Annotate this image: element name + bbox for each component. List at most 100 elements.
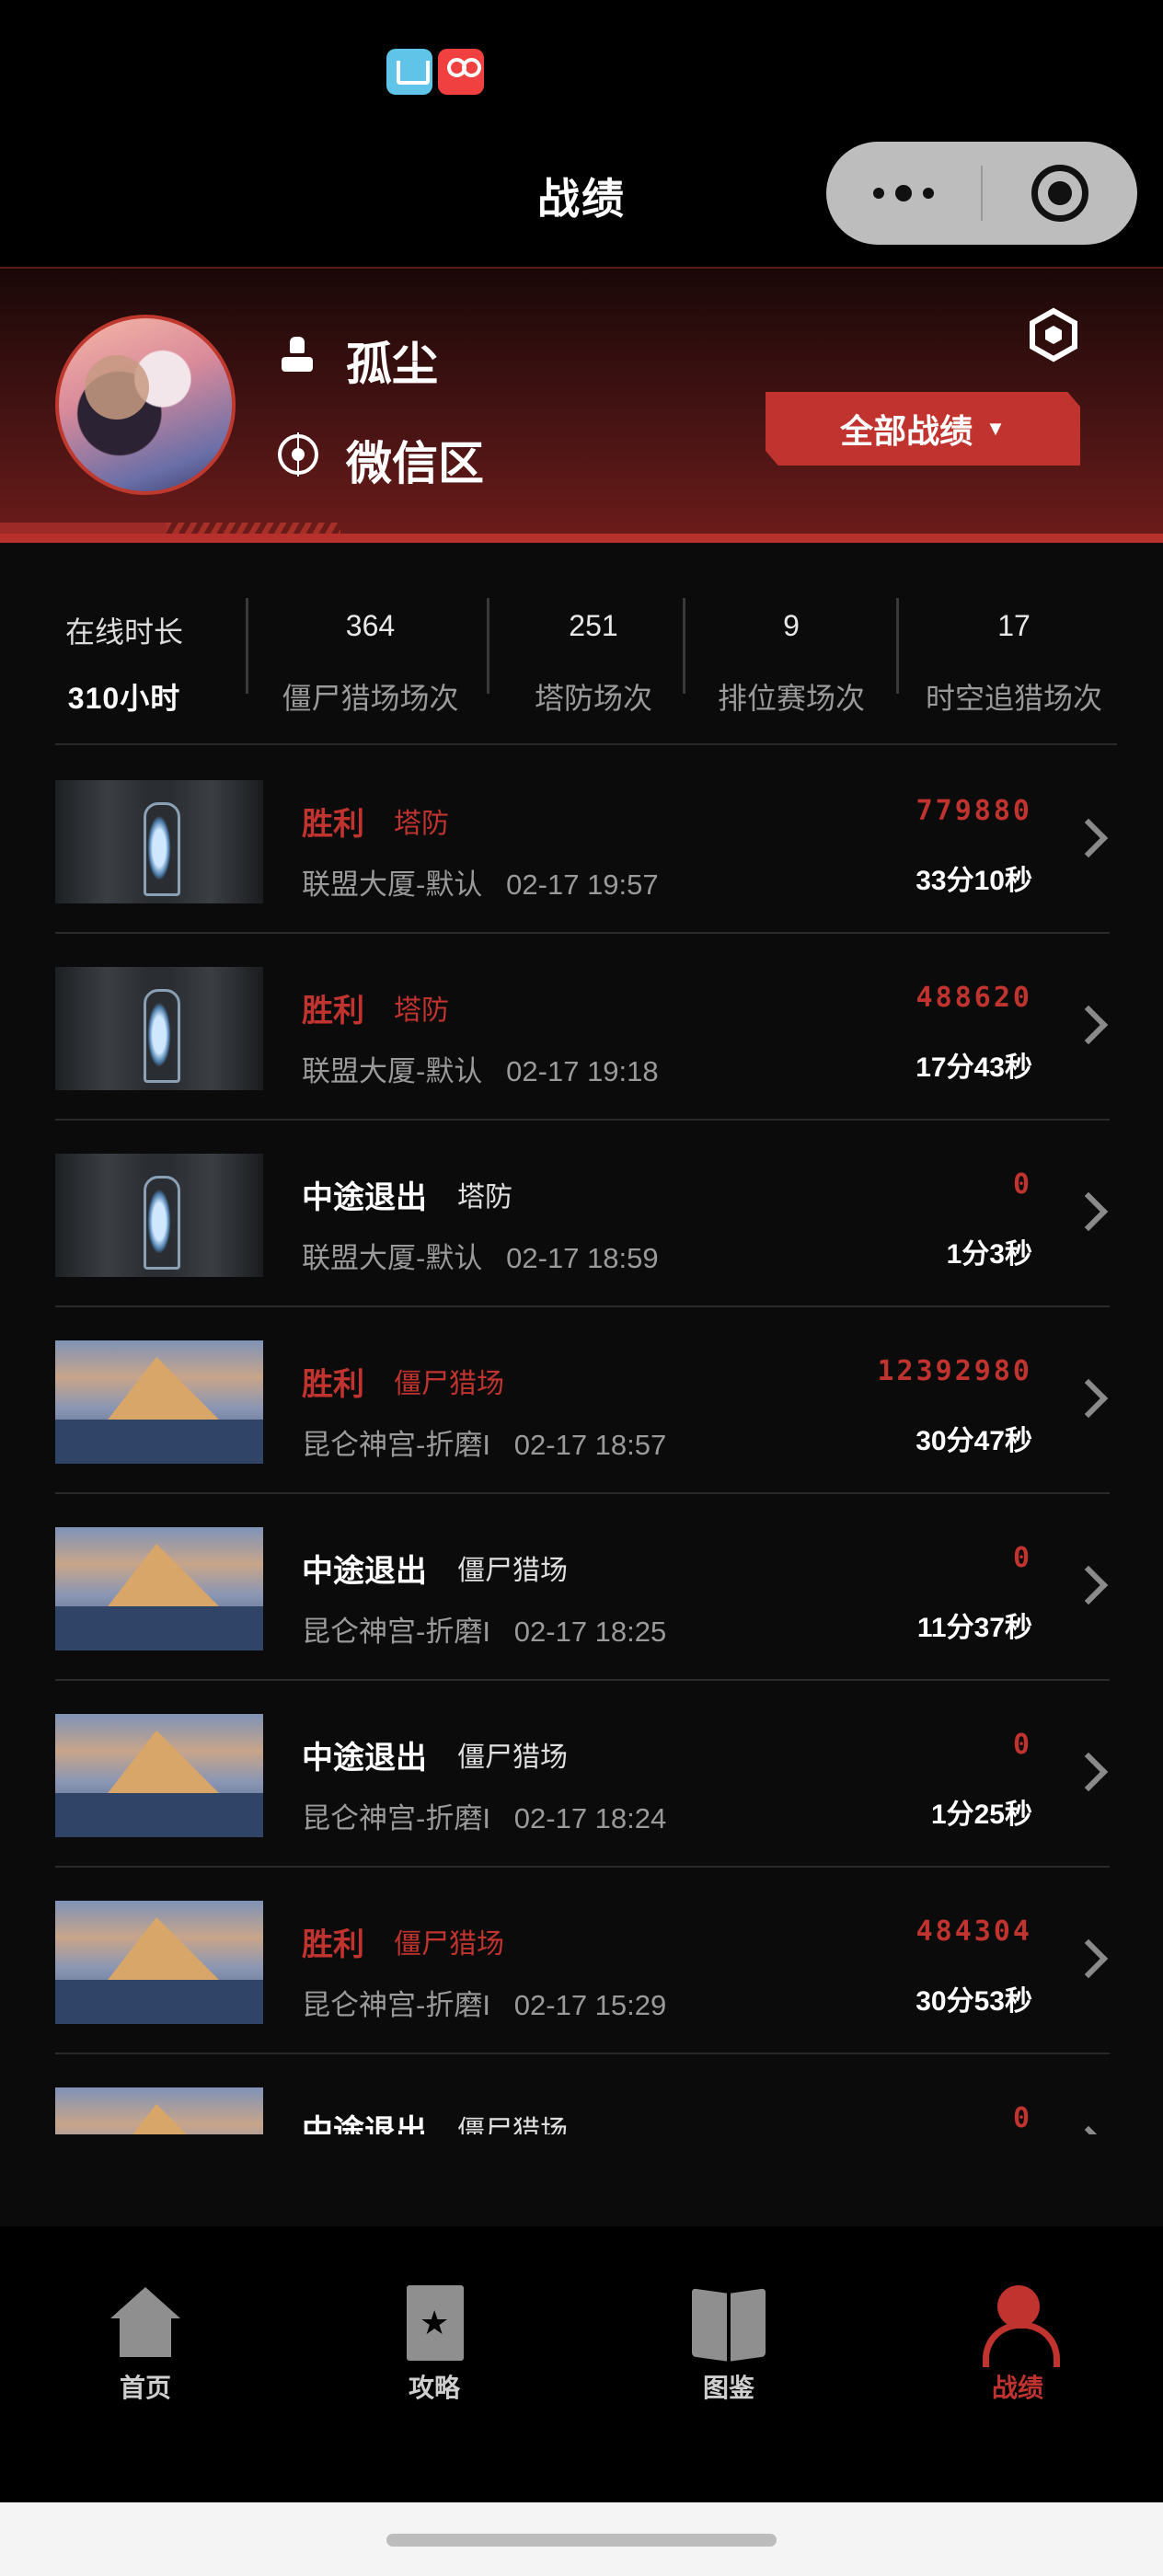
all-records-filter-button[interactable]: 全部战绩 ▼ — [766, 392, 1080, 466]
tab-home[interactable]: 首页 — [72, 2285, 219, 2405]
match-map: 联盟大厦-默认 — [302, 868, 483, 901]
chevron-right-icon — [1075, 1192, 1100, 1235]
home-indicator[interactable] — [386, 2534, 777, 2547]
stat-value: 9 — [783, 609, 800, 642]
match-result: 中途退出 — [302, 1554, 427, 1589]
map-thumbnail — [55, 1714, 263, 1837]
match-score: 0 — [1012, 2102, 1032, 2134]
match-score: 484304 — [915, 1915, 1032, 1948]
match-duration: 33分10秒 — [915, 866, 1032, 896]
map-thumbnail — [55, 1340, 263, 1464]
map-thumbnail — [55, 1527, 263, 1650]
bottom-tab-bar: 首页 攻略 图鉴 战绩 — [0, 2226, 1163, 2502]
match-row[interactable]: 胜利 塔防 联盟大厦-默认 02-17 19:57 779880 33分10秒 — [55, 747, 1110, 934]
stat-value: 364 — [345, 609, 396, 642]
match-result: 胜利 — [302, 994, 364, 1029]
chevron-right-icon — [1075, 1753, 1100, 1795]
avatar[interactable] — [55, 315, 236, 495]
zone-icon — [278, 432, 318, 477]
match-time: 02-17 18:59 — [506, 1242, 659, 1274]
match-row[interactable]: 中途退出 僵尸猎场 昆仑神宫-折磨I 02-17 18:25 0 11分37秒 — [55, 1494, 1110, 1681]
atlas-icon — [690, 2285, 767, 2363]
match-mode: 僵尸猎场 — [457, 1742, 568, 1773]
match-result: 中途退出 — [302, 1180, 427, 1215]
header-bottom-line — [0, 534, 1163, 543]
more-button[interactable] — [826, 142, 981, 245]
match-map: 昆仑神宫-折磨I — [302, 1616, 490, 1648]
stat-label: 时空追猎场次 — [925, 682, 1102, 715]
match-result: 中途退出 — [302, 1741, 427, 1776]
header-hatch-decoration — [166, 523, 340, 534]
match-map: 昆仑神宫-折磨I — [302, 1802, 490, 1834]
stat-divider — [487, 598, 489, 694]
match-map: 昆仑神宫-折磨I — [302, 1429, 490, 1461]
tab-atlas[interactable]: 图鉴 — [655, 2285, 802, 2405]
match-map-time: 联盟大厦-默认 02-17 18:59 — [302, 1235, 659, 1276]
stat-label: 僵尸猎场场次 — [282, 682, 459, 715]
chevron-right-icon — [1075, 1939, 1100, 1982]
kuaishou-app-icon — [438, 49, 484, 95]
match-row[interactable]: 胜利 塔防 联盟大厦-默认 02-17 19:18 488620 17分43秒 — [55, 934, 1110, 1121]
match-time: 02-17 15:29 — [513, 1989, 667, 2021]
stat-online-hours: 在线时长 310小时 — [55, 609, 193, 718]
match-mode: 塔防 — [394, 995, 449, 1026]
match-row[interactable]: 中途退出 僵尸猎场 昆仑神宫-折磨I 02-17 18:24 0 1分25秒 — [55, 1681, 1110, 1868]
more-dot-icon — [895, 185, 912, 201]
stat-divider — [246, 598, 248, 694]
match-score: 12392980 — [877, 1355, 1032, 1387]
header-accent-bar — [0, 523, 166, 534]
guide-icon — [396, 2285, 473, 2363]
caret-down-icon: ▼ — [985, 417, 1006, 440]
match-map-time: 昆仑神宫-折磨I 02-17 15:29 — [302, 1982, 666, 2023]
match-map: 昆仑神宫-折磨I — [302, 1989, 490, 2021]
match-list[interactable]: 胜利 塔防 联盟大厦-默认 02-17 19:57 779880 33分10秒 … — [55, 747, 1110, 2134]
match-row[interactable]: 中途退出 塔防 联盟大厦-默认 02-17 18:59 0 1分3秒 — [55, 1121, 1110, 1307]
chevron-right-icon — [1075, 1006, 1100, 1048]
match-mode: 僵尸猎场 — [394, 1929, 504, 1960]
stat-value: 251 — [569, 609, 618, 642]
tab-label: 图鉴 — [702, 2374, 754, 2402]
stat-label: 塔防场次 — [534, 682, 652, 715]
match-map: 联盟大厦-默认 — [302, 1055, 483, 1087]
stat-divider — [896, 598, 899, 694]
match-score: 779880 — [915, 795, 1032, 827]
stat-zombie-hunt: 364 僵尸猎场场次 — [276, 609, 465, 718]
match-result: 胜利 — [302, 807, 364, 842]
match-duration: 11分37秒 — [916, 1613, 1032, 1643]
match-time: 02-17 18:24 — [513, 1802, 667, 1834]
settings-hex-icon[interactable] — [1029, 307, 1078, 362]
record-icon — [979, 2285, 1060, 2367]
tab-records[interactable]: 战绩 — [944, 2285, 1091, 2405]
stat-label: 排位赛场次 — [717, 682, 865, 715]
match-result: 中途退出 — [302, 2114, 427, 2134]
match-map-time: 昆仑神宫-折磨I 02-17 18:25 — [302, 1608, 666, 1650]
tab-label: 首页 — [119, 2374, 171, 2402]
match-time: 02-17 19:57 — [506, 868, 659, 901]
chevron-right-icon — [1075, 1566, 1100, 1608]
chevron-right-icon — [1075, 819, 1100, 861]
stat-divider — [683, 598, 685, 694]
more-dot-icon — [923, 188, 934, 199]
tab-guide[interactable]: 攻略 — [361, 2285, 508, 2405]
match-duration: 1分25秒 — [930, 1800, 1032, 1830]
stats-summary: 在线时长 310小时 364 僵尸猎场场次 251 塔防场次 9 排位赛场次 1… — [55, 570, 1117, 745]
user-icon — [282, 337, 313, 374]
match-row[interactable]: 胜利 僵尸猎场 昆仑神宫-折磨I 02-17 18:57 12392980 30… — [55, 1307, 1110, 1494]
match-mode: 塔防 — [394, 809, 449, 839]
map-thumbnail — [55, 1154, 263, 1277]
tab-label: 攻略 — [408, 2374, 460, 2402]
miniprogram-capsule — [826, 142, 1137, 245]
status-bar — [0, 0, 1163, 138]
match-time: 02-17 18:25 — [513, 1616, 667, 1648]
zone-name: 微信区 — [346, 438, 484, 489]
map-thumbnail — [55, 780, 263, 903]
match-map-time: 昆仑神宫-折磨I 02-17 18:57 — [302, 1421, 666, 1463]
match-result: 胜利 — [302, 1367, 364, 1402]
close-miniprogram-button[interactable] — [983, 142, 1137, 245]
match-row[interactable]: 中途退出 僵尸猎场 0 — [55, 2054, 1110, 2134]
stat-title: 在线时长 — [64, 615, 183, 649]
match-time: 02-17 19:18 — [506, 1055, 659, 1087]
match-row[interactable]: 胜利 僵尸猎场 昆仑神宫-折磨I 02-17 15:29 484304 30分5… — [55, 1868, 1110, 2054]
map-thumbnail — [55, 967, 263, 1090]
app-root: 战绩 孤尘 微信区 全部战绩 ▼ 在线时长 310小时 364 僵尸猎场场次 2… — [0, 0, 1163, 2576]
